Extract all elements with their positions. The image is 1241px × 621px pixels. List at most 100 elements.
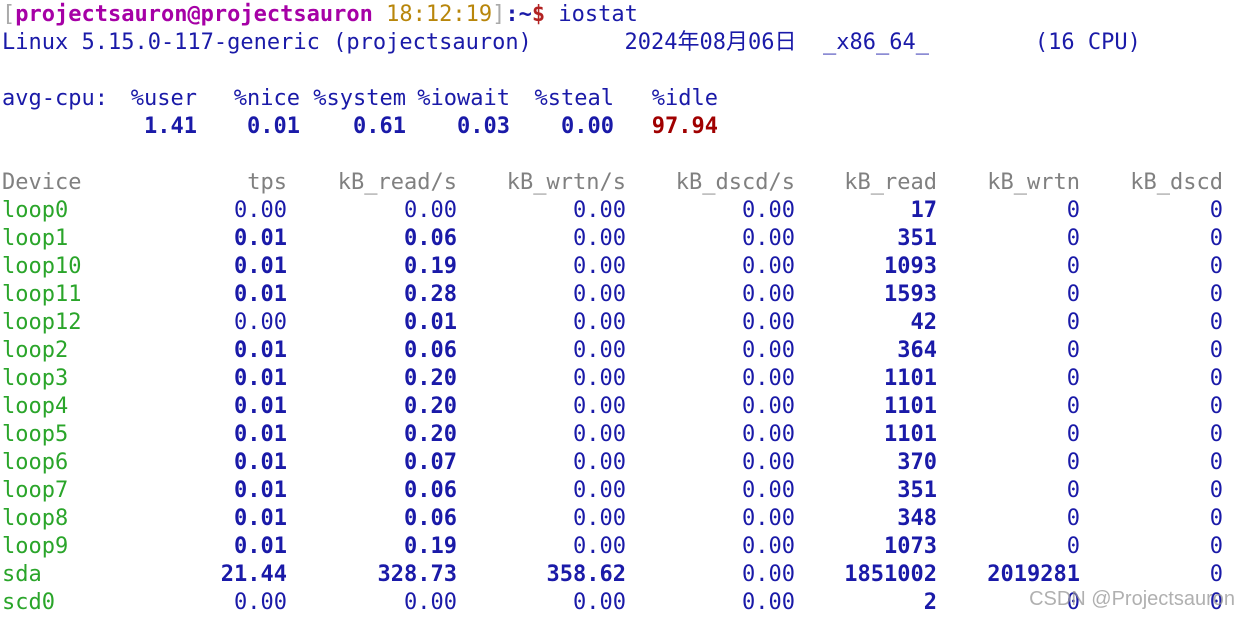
device-value-cell: 0.00 <box>573 338 626 363</box>
csdn-watermark: CSDN @Projectsauron <box>1029 588 1235 610</box>
device-table-body: loop0 0.00 0.00 0.00 0.00 17 0 0 loop1 0.01 0.06 0.… <box>2 197 1239 617</box>
device-value-cell: 1851002 <box>844 562 937 587</box>
device-header-cell: kB_dscd <box>1130 170 1223 195</box>
device-value-cell: 0.28 <box>404 282 457 307</box>
device-name-cell: loop12 <box>2 310 82 335</box>
device-value-cell: 0 <box>1209 282 1223 307</box>
cpu-value-cell: 0.61 <box>353 114 406 139</box>
device-value-cell: 0 <box>1209 226 1223 251</box>
prompt-bracket-close: ] <box>492 2 506 27</box>
device-value-cell: 0 <box>1066 506 1080 531</box>
device-value-cell: 0 <box>1209 310 1223 335</box>
device-value-cell: 0.00 <box>742 562 795 587</box>
device-value-cell: 0.00 <box>573 506 626 531</box>
device-value-cell: 0.00 <box>742 590 795 615</box>
device-value-cell: 0.01 <box>234 366 287 391</box>
device-name-cell: loop7 <box>2 478 69 503</box>
device-value-cell: 0.01 <box>234 422 287 447</box>
device-value-cell: 0 <box>1209 198 1223 223</box>
cpu-value-cell: 0.00 <box>561 114 614 139</box>
cpu-header-cell: %iowait <box>417 86 510 111</box>
device-value-cell: 0.00 <box>573 590 626 615</box>
device-value-cell: 0 <box>1066 450 1080 475</box>
device-value-cell: 0.00 <box>573 254 626 279</box>
device-value-cell: 0.00 <box>573 282 626 307</box>
prompt-bracket-open: [ <box>2 2 16 27</box>
cpu-header-cell: %idle <box>651 86 718 111</box>
device-name-cell: scd0 <box>2 590 55 615</box>
cpu-header-cell: %steal <box>534 86 614 111</box>
device-value-cell: 0.01 <box>234 394 287 419</box>
device-value-cell: 0.06 <box>404 478 457 503</box>
device-value-cell: 0.00 <box>742 478 795 503</box>
cpu-header-cell: %system <box>313 86 406 111</box>
device-value-cell: 0.00 <box>742 534 795 559</box>
device-value-cell: 0 <box>1209 534 1223 559</box>
system-info-line: Linux 5.15.0-117-generic (projectsauron)… <box>2 30 1141 55</box>
device-value-cell: 0.19 <box>404 534 457 559</box>
device-value-cell: 348 <box>897 506 937 531</box>
cpu-label: avg-cpu: <box>2 86 108 111</box>
device-value-cell: 0.00 <box>742 366 795 391</box>
device-value-cell: 364 <box>897 338 937 363</box>
device-value-cell: 351 <box>897 478 937 503</box>
device-name-cell: loop10 <box>2 254 82 279</box>
device-value-cell: 0.00 <box>573 422 626 447</box>
device-value-cell: 0 <box>1066 422 1080 447</box>
device-value-cell: 0.20 <box>404 422 457 447</box>
table-row: loop3 0.01 0.20 0.00 0.00 1101 0 0 <box>2 365 1239 393</box>
device-value-cell: 0 <box>1066 478 1080 503</box>
prompt-line: [projectsauron@projectsauron 18:12:19]:~… <box>2 1 1239 29</box>
device-value-cell: 0.00 <box>742 310 795 335</box>
device-value-cell: 370 <box>897 450 937 475</box>
device-value-cell: 0.00 <box>742 198 795 223</box>
device-header-cell: kB_read <box>844 170 937 195</box>
table-row: loop0 0.00 0.00 0.00 0.00 17 0 0 <box>2 197 1239 225</box>
device-value-cell: 0 <box>1066 338 1080 363</box>
device-value-cell: 1101 <box>884 422 937 447</box>
table-row: loop8 0.01 0.06 0.00 0.00 348 0 0 <box>2 505 1239 533</box>
device-value-cell: 0.01 <box>234 226 287 251</box>
device-name-cell: loop11 <box>2 282 82 307</box>
cpu-header-cell: %nice <box>233 86 300 111</box>
device-value-cell: 0 <box>1209 478 1223 503</box>
device-name-cell: loop1 <box>2 226 69 251</box>
device-value-cell: 0.00 <box>573 450 626 475</box>
device-value-cell: 1593 <box>884 282 937 307</box>
table-row: sda 21.44 328.73 358.62 0.00 1851002 2019281 0 <box>2 561 1239 589</box>
device-value-cell: 0 <box>1209 450 1223 475</box>
device-name-cell: loop8 <box>2 506 69 531</box>
device-value-cell: 0.01 <box>404 310 457 335</box>
device-value-cell: 0.07 <box>404 450 457 475</box>
cpu-header-row: avg-cpu: %user %nice %system %iowait %steal%… <box>2 85 1239 113</box>
device-name-cell: loop9 <box>2 534 69 559</box>
device-value-cell: 1101 <box>884 366 937 391</box>
device-value-cell: 0.00 <box>742 254 795 279</box>
device-value-cell: 0.01 <box>234 450 287 475</box>
cpu-value-cell: 0.01 <box>247 114 300 139</box>
device-value-cell: 0.00 <box>742 394 795 419</box>
device-value-cell: 0.01 <box>234 506 287 531</box>
terminal-output[interactable]: [projectsauron@projectsauron 18:12:19]:~… <box>2 1 1239 617</box>
device-value-cell: 0.00 <box>573 226 626 251</box>
device-value-cell: 0.00 <box>573 310 626 335</box>
device-value-cell: 42 <box>910 310 938 335</box>
table-row: loop4 0.01 0.20 0.00 0.00 1101 0 0 <box>2 393 1239 421</box>
cpu-values-row: 1.41 0.01 0.61 0.03 0.00 97.94 <box>2 113 1239 141</box>
table-row: loop12 0.00 0.01 0.00 0.00 42 0 0 <box>2 309 1239 337</box>
cpu-value-cell: 0.03 <box>457 114 510 139</box>
table-row: loop2 0.01 0.06 0.00 0.00 364 0 0 <box>2 337 1239 365</box>
device-value-cell: 0.00 <box>573 198 626 223</box>
device-value-cell: 0.01 <box>234 478 287 503</box>
device-header-cell: Device <box>2 170 82 195</box>
device-value-cell: 0.19 <box>404 254 457 279</box>
device-value-cell: 17 <box>910 198 938 223</box>
device-header-row: Device tps kB_read/s kB_wrtn/s kB_dscd/s kB_r… <box>2 169 1239 197</box>
prompt-dollar: $ <box>531 2 546 27</box>
device-name-cell: loop0 <box>2 198 69 223</box>
device-value-cell: 0 <box>1209 562 1223 587</box>
device-value-cell: 0 <box>1066 366 1080 391</box>
device-header-cell: kB_wrtn <box>987 170 1080 195</box>
device-value-cell: 0.00 <box>234 590 287 615</box>
